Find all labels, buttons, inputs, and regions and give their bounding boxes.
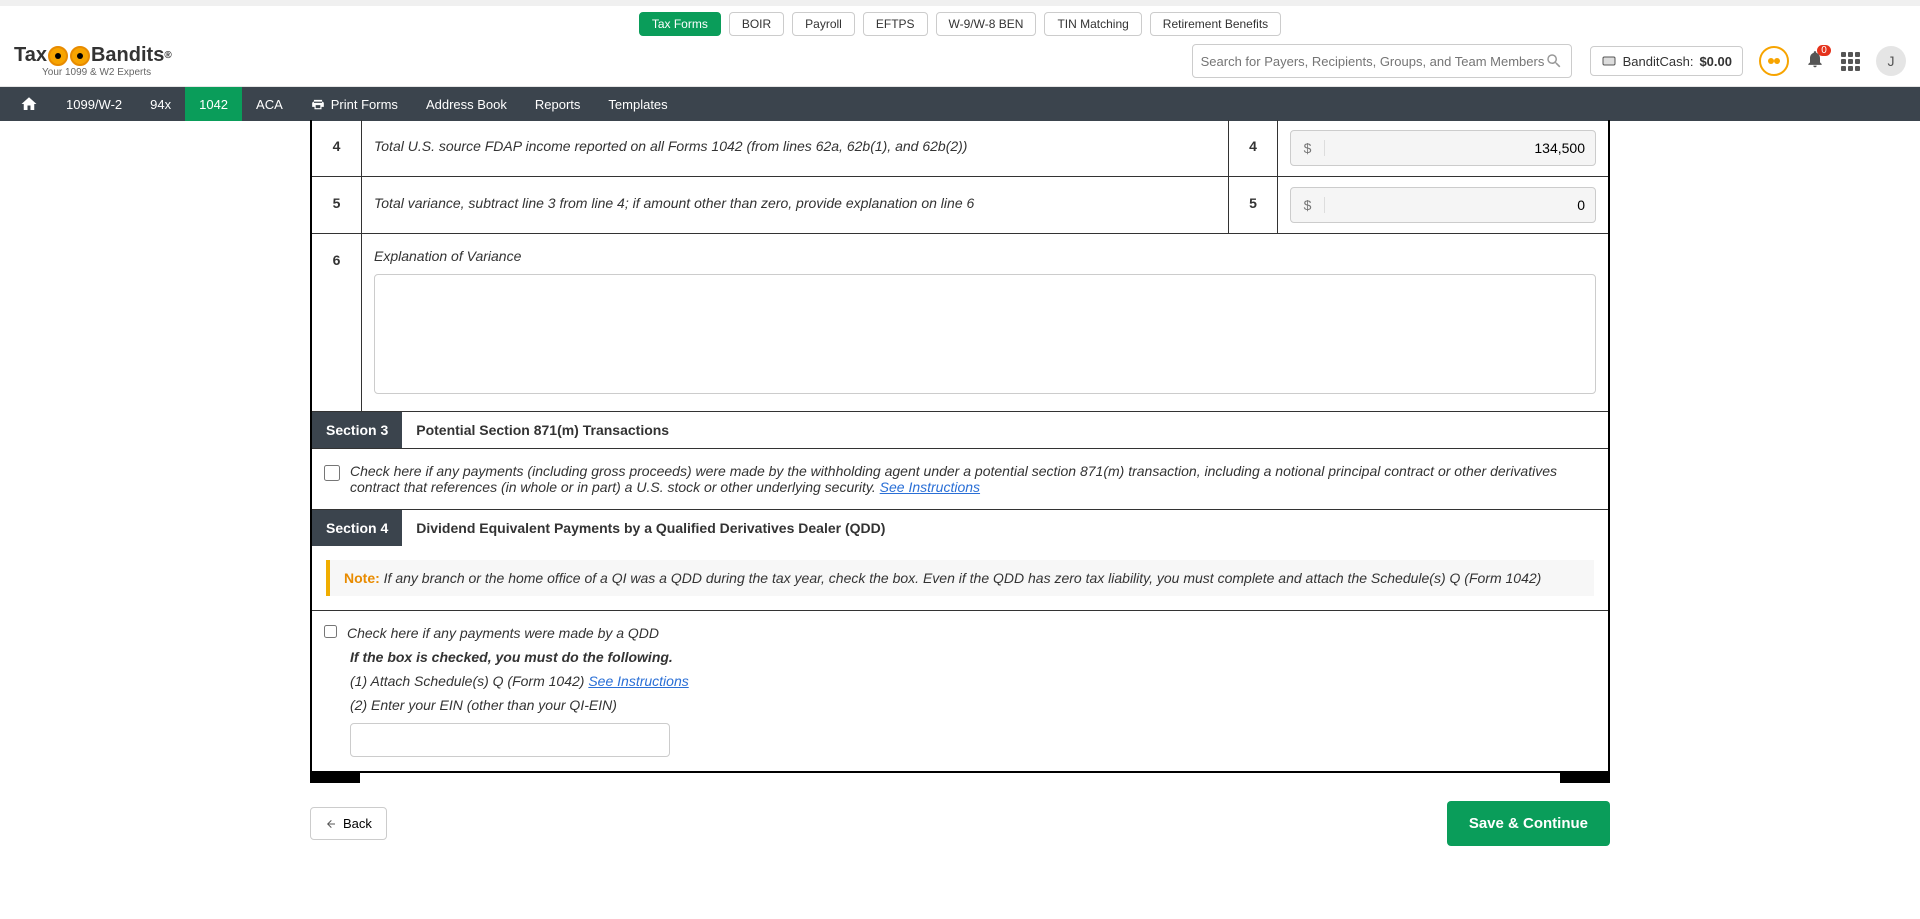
note-label: Note:	[344, 570, 380, 586]
section-tag: Section 4	[312, 510, 402, 546]
bandit-cash-label: BanditCash:	[1623, 54, 1694, 69]
form-sheet: 4 Total U.S. source FDAP income reported…	[310, 120, 1610, 773]
form-row-4: 4 Total U.S. source FDAP income reported…	[312, 120, 1608, 176]
logo-eye-icon	[70, 46, 90, 66]
row-description: Explanation of Variance	[374, 248, 1596, 264]
back-button[interactable]: Back	[310, 807, 387, 840]
nav-reports[interactable]: Reports	[521, 87, 595, 121]
row-number: 6	[312, 234, 362, 411]
user-avatar[interactable]: J	[1876, 46, 1906, 76]
dollar-icon: $	[1291, 140, 1325, 156]
header: Tax Bandits ® Your 1099 & W2 Experts Ban…	[0, 36, 1920, 87]
row-number-right: 4	[1228, 120, 1278, 176]
home-icon	[20, 95, 38, 113]
section-tag: Section 3	[312, 412, 402, 448]
save-continue-button[interactable]: Save & Continue	[1447, 801, 1610, 846]
section-3-header: Section 3 Potential Section 871(m) Trans…	[312, 411, 1608, 448]
tab-payroll[interactable]: Payroll	[792, 12, 855, 36]
line4-amount-input[interactable]	[1325, 140, 1595, 156]
back-button-label: Back	[343, 816, 372, 831]
nav-address-book[interactable]: Address Book	[412, 87, 521, 121]
product-tabs: Tax Forms BOIR Payroll EFTPS W-9/W-8 BEN…	[0, 0, 1920, 36]
nav-1099-w2[interactable]: 1099/W-2	[52, 87, 136, 121]
nav-1042[interactable]: 1042	[185, 87, 242, 121]
nav-templates[interactable]: Templates	[594, 87, 681, 121]
search-input[interactable]	[1201, 54, 1545, 69]
ein-input[interactable]	[350, 723, 670, 757]
row-description: Total U.S. source FDAP income reported o…	[362, 120, 1228, 176]
bandit-cash-amount: $0.00	[1699, 54, 1732, 69]
dollar-icon: $	[1291, 197, 1325, 213]
tab-boir[interactable]: BOIR	[729, 12, 784, 36]
nav-aca[interactable]: ACA	[242, 87, 297, 121]
row-number-right: 5	[1228, 177, 1278, 233]
line5-amount-input[interactable]	[1325, 197, 1595, 213]
row-number: 5	[312, 177, 362, 233]
form-row-5: 5 Total variance, subtract line 3 from l…	[312, 176, 1608, 233]
amount-input-wrap: $	[1290, 130, 1596, 166]
footer-actions: Back Save & Continue	[310, 783, 1610, 876]
ein-line-text: (2) Enter your EIN (other than your QI-E…	[350, 697, 1596, 713]
tab-eftps[interactable]: EFTPS	[863, 12, 928, 36]
apps-grid-icon[interactable]	[1841, 52, 1860, 71]
if-checked-label: If the box is checked, you must do the f…	[350, 649, 1596, 665]
see-instructions-link[interactable]: See Instructions	[588, 673, 688, 689]
tab-w9-w8ben[interactable]: W-9/W-8 BEN	[936, 12, 1037, 36]
arrow-left-icon	[325, 818, 337, 830]
logo[interactable]: Tax Bandits ® Your 1099 & W2 Experts	[14, 44, 172, 78]
notification-badge: 0	[1817, 45, 1831, 56]
nav-print-forms[interactable]: Print Forms	[297, 87, 412, 121]
section-title: Potential Section 871(m) Transactions	[402, 412, 683, 448]
section4-body: Check here if any payments were made by …	[312, 610, 1608, 771]
attach-line-text: (1) Attach Schedule(s) Q (Form 1042)	[350, 673, 584, 689]
section4-qdd-checkbox[interactable]	[324, 625, 337, 638]
logo-reg: ®	[164, 50, 171, 61]
logo-tagline: Your 1099 & W2 Experts	[42, 67, 172, 78]
form-row-6: 6 Explanation of Variance	[312, 233, 1608, 411]
search-icon[interactable]	[1545, 52, 1563, 70]
section-title: Dividend Equivalent Payments by a Qualif…	[402, 510, 899, 546]
tab-retirement[interactable]: Retirement Benefits	[1150, 12, 1281, 36]
logo-eye-icon	[48, 46, 68, 66]
row-description: Total variance, subtract line 3 from lin…	[362, 177, 1228, 233]
row-number: 4	[312, 120, 362, 176]
logo-prefix: Tax	[14, 44, 47, 67]
bandit-cash-pill[interactable]: BanditCash: $0.00	[1590, 46, 1743, 76]
tab-tax-forms[interactable]: Tax Forms	[639, 12, 721, 36]
sub-nav: 1099/W-2 94x 1042 ACA Print Forms Addres…	[0, 87, 1920, 121]
variance-explanation-textarea[interactable]	[374, 274, 1596, 394]
section4-checkbox-label: Check here if any payments were made by …	[347, 625, 659, 641]
see-instructions-link[interactable]: See Instructions	[880, 479, 980, 495]
section-4-header: Section 4 Dividend Equivalent Payments b…	[312, 509, 1608, 546]
notifications-button[interactable]: 0	[1805, 49, 1825, 74]
search-box[interactable]	[1192, 44, 1572, 78]
section4-note: Note: If any branch or the home office o…	[326, 560, 1594, 596]
section3-checkbox-row: Check here if any payments (including gr…	[312, 448, 1608, 509]
nav-94x[interactable]: 94x	[136, 87, 185, 121]
nav-print-forms-label: Print Forms	[331, 97, 398, 112]
amount-input-wrap: $	[1290, 187, 1596, 223]
logo-suffix: Bandits	[91, 44, 164, 67]
section3-checkbox[interactable]	[324, 465, 340, 481]
tab-tin-matching[interactable]: TIN Matching	[1044, 12, 1141, 36]
note-text: If any branch or the home office of a QI…	[384, 570, 1542, 586]
mascot-icon[interactable]	[1759, 46, 1789, 76]
nav-home[interactable]	[6, 87, 52, 121]
printer-icon	[311, 97, 325, 111]
bell-icon	[1805, 53, 1825, 73]
cash-icon	[1601, 53, 1617, 69]
